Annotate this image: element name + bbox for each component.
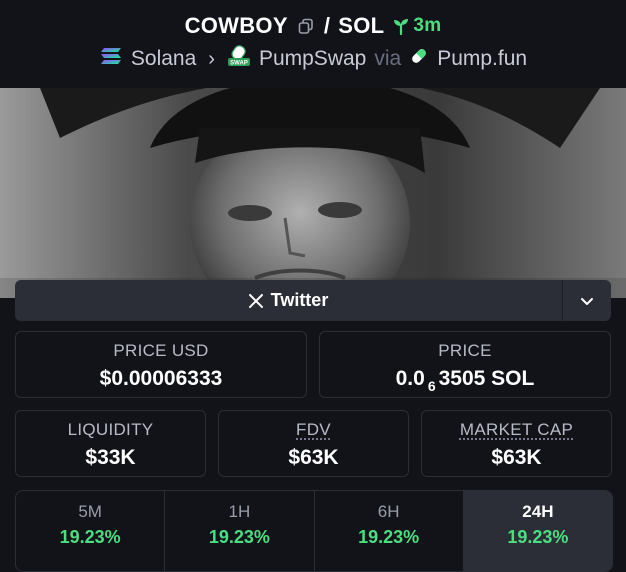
tab-24h[interactable]: 24H 19.23% (463, 491, 612, 571)
pair-route: Solana › SWAP PumpSwap via Pump.fun (0, 44, 626, 74)
tab-1h-label: 1H (228, 502, 251, 521)
pair-title: COWBOY / SOL 3m (0, 10, 626, 42)
svg-text:SWAP: SWAP (230, 61, 248, 67)
timeframe-tabs: 5M 19.23% 1H 19.23% 6H 19.23% 24H 19.23% (15, 490, 613, 572)
dex-link[interactable]: PumpSwap (259, 47, 366, 71)
liquidity-label: LIQUIDITY (67, 420, 154, 439)
via-label: via (374, 47, 402, 70)
price-usd-label: PRICE USD (113, 341, 209, 360)
fdv-card: FDV $63K (218, 410, 409, 477)
token-banner-image (0, 88, 626, 298)
price-usd-card: PRICE USD $0.00006333 (15, 331, 307, 398)
pill-icon (409, 46, 429, 72)
seedling-icon (394, 19, 409, 35)
market-cap-label[interactable]: MARKET CAP (460, 420, 573, 439)
launchpad-link[interactable]: Pump.fun (437, 47, 527, 71)
price-usd-value: $0.00006333 (99, 367, 223, 390)
tab-24h-change: 19.23% (507, 527, 569, 547)
fdv-label[interactable]: FDV (296, 420, 331, 439)
quote-symbol: SOL (338, 13, 385, 38)
price-sol-card: PRICE 0.0 6 3505 SOL (319, 331, 611, 398)
x-logo-icon (248, 293, 263, 308)
price-sol-label: PRICE (438, 341, 492, 360)
tab-24h-label: 24H (522, 502, 554, 521)
market-cap-value: $63K (491, 446, 542, 469)
tab-5m-label: 5M (78, 502, 102, 521)
copy-icon[interactable] (298, 18, 314, 34)
chevron-down-icon (581, 297, 593, 305)
more-links-dropdown[interactable] (563, 280, 611, 321)
tab-5m[interactable]: 5M 19.23% (16, 491, 166, 571)
pair-separator: / (323, 13, 331, 38)
pair-age-value: 3m (413, 15, 442, 36)
liquidity-card: LIQUIDITY $33K (15, 410, 206, 477)
price-sol-zero-count: 6 (427, 378, 436, 394)
tab-1h-change: 19.23% (208, 527, 270, 547)
tab-6h[interactable]: 6H 19.23% (315, 491, 464, 571)
tab-1h[interactable]: 1H 19.23% (165, 491, 315, 571)
twitter-button[interactable]: Twitter (15, 280, 563, 321)
social-links-bar: Twitter (15, 280, 611, 321)
fdv-value: $63K (288, 446, 339, 469)
price-sol-suffix: 3505 SOL (438, 367, 535, 390)
solana-icon (99, 46, 123, 72)
pumpswap-icon: SWAP (227, 45, 251, 73)
tab-6h-change: 19.23% (358, 527, 420, 547)
tab-5m-change: 19.23% (59, 527, 121, 547)
price-sol-value: 0.0 6 3505 SOL (320, 367, 610, 394)
liquidity-value: $33K (85, 446, 136, 469)
chevron-right-icon: › (208, 47, 215, 70)
market-cap-card: MARKET CAP $63K (421, 410, 612, 477)
tab-6h-label: 6H (377, 502, 400, 521)
pair-age: 3m (392, 15, 441, 37)
token-symbol: COWBOY (184, 13, 288, 38)
chain-link[interactable]: Solana (131, 47, 196, 71)
twitter-label: Twitter (270, 290, 329, 310)
price-sol-prefix: 0.0 (395, 367, 425, 390)
pair-header: COWBOY / SOL 3m Solana › SWAP PumpSwap v… (0, 0, 626, 88)
